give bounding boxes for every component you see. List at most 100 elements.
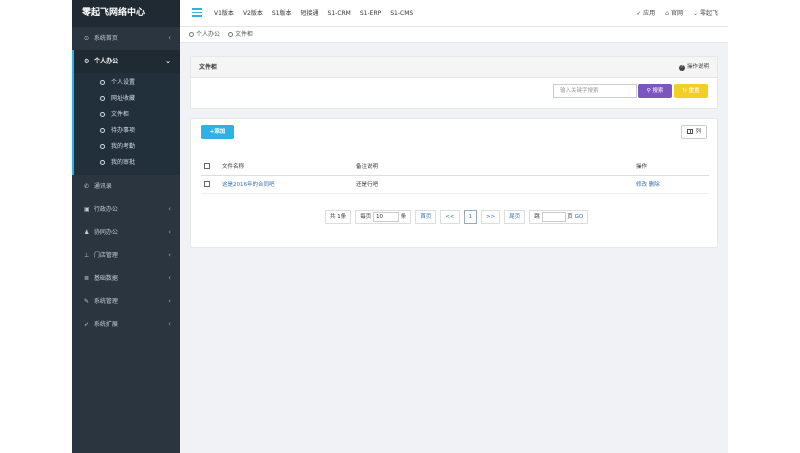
first-page-button[interactable]: 首页 bbox=[415, 210, 437, 224]
prev-page-button[interactable]: << bbox=[440, 210, 460, 224]
site-link[interactable]: ⌂ 官网 bbox=[665, 0, 683, 27]
select-all-cell[interactable] bbox=[201, 157, 219, 176]
phone-icon: ✆ bbox=[84, 183, 90, 190]
file-name-link[interactable]: 这是2016年的合同吧 bbox=[219, 175, 353, 194]
circle-icon bbox=[100, 111, 105, 117]
reset-label: 重置 bbox=[688, 88, 700, 94]
row-select-cell[interactable] bbox=[201, 175, 219, 194]
topnav-v1[interactable]: V1版本 bbox=[214, 0, 234, 27]
panel-title: 文件柜 bbox=[199, 64, 218, 71]
breadcrumb-item[interactable]: 个人办公 bbox=[196, 31, 220, 38]
help-link[interactable]: ? 操作说明 bbox=[678, 57, 709, 78]
sidebar-item-store-mgmt[interactable]: ⊥ 门店管理 ‹ bbox=[72, 244, 180, 267]
sidebar-item-label: 个人办公 bbox=[94, 58, 119, 65]
submenu-item-file-cabinet[interactable]: 文件柜 bbox=[74, 107, 180, 123]
breadcrumb-item[interactable]: 文件柜 bbox=[235, 31, 253, 38]
sidebar-item-label: 协同办公 bbox=[93, 229, 118, 236]
topnav-erp[interactable]: S1-ERP bbox=[360, 0, 381, 27]
submenu-item-bookmarks[interactable]: 网址收藏 bbox=[74, 91, 180, 107]
file-note: 还是行吧 bbox=[353, 175, 633, 194]
topnav-v2[interactable]: V2版本 bbox=[243, 0, 263, 27]
submenu-item-label: 文件柜 bbox=[111, 111, 130, 118]
jump-prefix: 跳 bbox=[534, 214, 540, 220]
topnav-cms[interactable]: S1-CMS bbox=[390, 0, 413, 27]
apps-link[interactable]: ➶ 应用 bbox=[636, 0, 655, 27]
col-header-actions: 操作 bbox=[633, 157, 709, 176]
submenu-item-label: 待办事项 bbox=[111, 127, 136, 134]
sidebar-item-system-mgmt[interactable]: ✎ 系统管理 ‹ bbox=[72, 290, 180, 313]
question-icon: ? bbox=[678, 65, 685, 71]
topnav-crm[interactable]: S1-CRM bbox=[328, 0, 351, 27]
sidebar-item-label: 基础数据 bbox=[93, 275, 118, 282]
file-table: 文件名称 备注说明 操作 这是2016年的合同吧 还是行吧 修改 删除 bbox=[201, 157, 709, 194]
briefcase-icon: ▣ bbox=[84, 206, 90, 213]
submenu-item-label: 我的考勤 bbox=[111, 143, 136, 150]
app-window: 零起飞网络中心 ⊙ 系统首页 ‹ ⚙ 个人办公 ⌄ 个人设置 网址收藏 文件柜 … bbox=[72, 0, 728, 453]
search-button[interactable]: ⚲ 搜索 bbox=[638, 84, 672, 98]
circle-icon bbox=[100, 159, 105, 165]
circle-icon bbox=[100, 79, 105, 85]
search-input[interactable] bbox=[553, 84, 637, 98]
top-nav: V1版本 V2版本 S1版本 短接通 S1-CRM S1-ERP S1-CMS bbox=[214, 0, 413, 27]
menu-toggle-icon[interactable] bbox=[192, 8, 202, 17]
edit-link[interactable]: 修改 bbox=[636, 182, 647, 188]
table-row: 这是2016年的合同吧 还是行吧 修改 删除 bbox=[201, 175, 709, 194]
sidebar-item-collab-office[interactable]: ♟ 协同办公 ‹ bbox=[72, 221, 180, 244]
chevron-left-icon: ‹ bbox=[168, 228, 171, 236]
chevron-left-icon: ‹ bbox=[168, 34, 171, 42]
sidebar-item-personal-office[interactable]: ⚙ 个人办公 ⌄ bbox=[72, 50, 180, 73]
sidebar-item-home[interactable]: ⊙ 系统首页 ‹ bbox=[72, 27, 180, 50]
sidebar-item-label: 门店管理 bbox=[93, 252, 118, 259]
circle-icon bbox=[228, 31, 234, 37]
columns-icon bbox=[686, 128, 693, 134]
gauge-icon: ⊙ bbox=[84, 35, 90, 42]
home-icon: ⌂ bbox=[665, 10, 669, 17]
submenu-item-label: 我的审批 bbox=[111, 159, 136, 166]
topnav-short-link[interactable]: 短接通 bbox=[301, 0, 319, 27]
table-header-row: 文件名称 备注说明 操作 bbox=[201, 157, 709, 176]
page-size-input[interactable]: 10 bbox=[373, 211, 400, 222]
total-unit: 条 bbox=[340, 214, 347, 220]
sidebar-item-base-data[interactable]: ≣ 基础数据 ‹ bbox=[72, 267, 180, 290]
sidebar-item-system-ext[interactable]: ➶ 系统扩展 ‹ bbox=[72, 313, 180, 336]
submenu-item-approvals[interactable]: 我的审批 bbox=[74, 155, 180, 171]
search-panel: 文件柜 ?操作说明 ⚲ 搜索 ↻ 重置 bbox=[190, 56, 718, 109]
chevron-left-icon: ‹ bbox=[168, 297, 171, 305]
user-menu[interactable]: ⌄ 零起飞 bbox=[693, 0, 718, 27]
sidebar-item-label: 行政办公 bbox=[93, 206, 118, 213]
chevron-left-icon: ‹ bbox=[168, 205, 171, 213]
row-actions: 修改 删除 bbox=[633, 175, 709, 194]
panel-header: 文件柜 ? 操作说明 bbox=[191, 57, 717, 78]
row-checkbox[interactable] bbox=[204, 180, 210, 187]
chevron-left-icon: ‹ bbox=[168, 320, 171, 328]
columns-button[interactable]: 列 bbox=[681, 125, 707, 139]
last-page-button[interactable]: 尾页 bbox=[504, 210, 526, 224]
sitemap-icon: ⊥ bbox=[84, 252, 90, 259]
add-button[interactable]: +添加 bbox=[201, 125, 234, 139]
jump-to-page: 跳 页 GO bbox=[529, 210, 589, 224]
sidebar: 零起飞网络中心 ⊙ 系统首页 ‹ ⚙ 个人办公 ⌄ 个人设置 网址收藏 文件柜 … bbox=[72, 0, 180, 453]
chevron-left-icon: ‹ bbox=[168, 274, 171, 282]
submenu-item-label: 网址收藏 bbox=[111, 95, 136, 102]
reset-button[interactable]: ↻ 重置 bbox=[674, 84, 708, 98]
top-right-menu: ➶ 应用 ⌂ 官网 ⌄ 零起飞 bbox=[636, 0, 718, 27]
sidebar-item-contacts[interactable]: ✆ 通讯录 bbox=[72, 175, 180, 198]
next-page-button[interactable]: >> bbox=[481, 210, 501, 224]
delete-link[interactable]: 删除 bbox=[649, 182, 660, 188]
page-size-prefix: 每页 bbox=[360, 214, 372, 220]
chevron-left-icon: ‹ bbox=[168, 251, 171, 259]
page-size-unit: 条 bbox=[400, 214, 407, 220]
jump-page-input[interactable] bbox=[541, 211, 566, 222]
submenu-item-attendance[interactable]: 我的考勤 bbox=[74, 139, 180, 155]
user-label: 零起飞 bbox=[699, 10, 718, 17]
go-button[interactable]: GO bbox=[575, 214, 584, 220]
current-page-button[interactable]: 1 bbox=[463, 210, 478, 224]
site-label: 官网 bbox=[670, 10, 683, 17]
submenu-item-personal-settings[interactable]: 个人设置 bbox=[74, 75, 180, 91]
brand-title: 零起飞网络中心 bbox=[72, 0, 180, 27]
select-all-checkbox[interactable] bbox=[204, 162, 210, 169]
topnav-s1[interactable]: S1版本 bbox=[272, 0, 292, 27]
top-bar: V1版本 V2版本 S1版本 短接通 S1-CRM S1-ERP S1-CMS … bbox=[180, 0, 728, 27]
sidebar-item-admin-office[interactable]: ▣ 行政办公 ‹ bbox=[72, 198, 180, 221]
submenu-item-todos[interactable]: 待办事项 bbox=[74, 123, 180, 139]
